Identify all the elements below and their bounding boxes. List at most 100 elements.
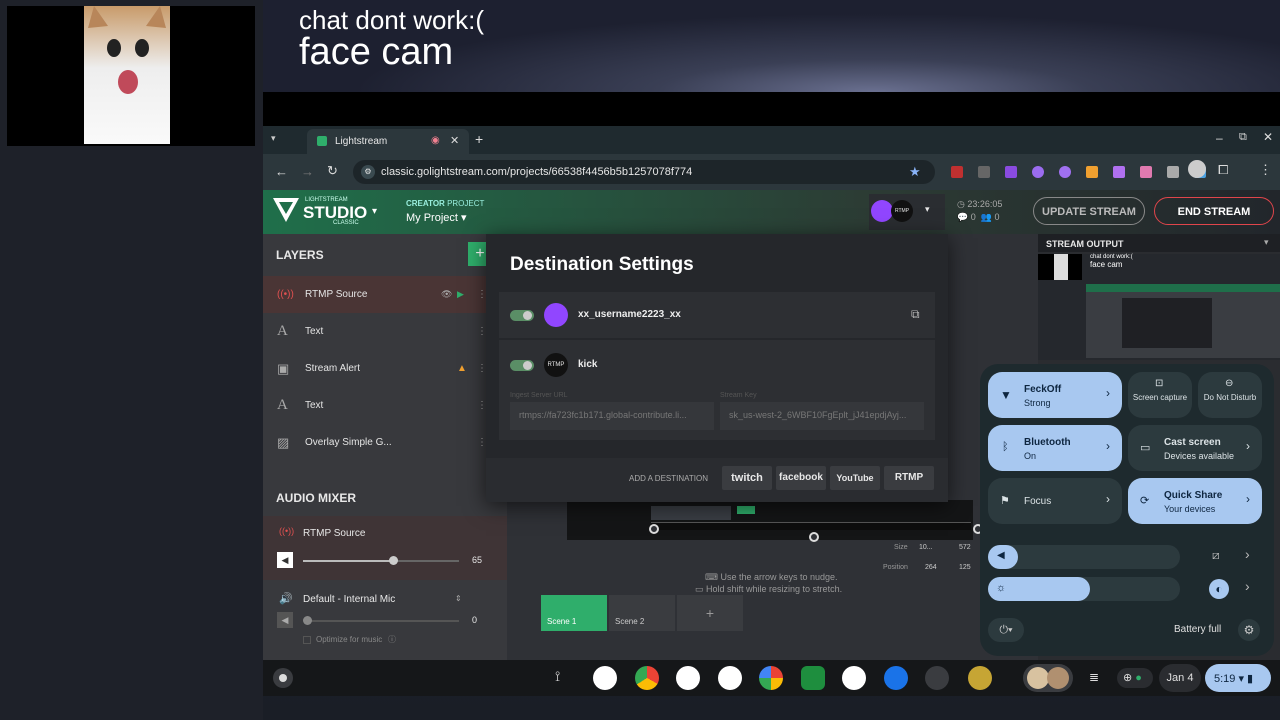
mute-button[interactable]: ◀ (277, 612, 293, 628)
layer-item[interactable]: ▣ Stream Alert ▲ ⋮ (263, 350, 495, 387)
twitch-layer-icon: ▣ (277, 361, 290, 376)
wifi-tile[interactable]: ▼ FeckOff Strong › (988, 372, 1122, 418)
play-icon[interactable]: ▶ (457, 276, 464, 313)
game-app-icon[interactable] (968, 666, 992, 690)
position-y[interactable]: 125 (959, 564, 971, 571)
gmail-icon[interactable] (676, 666, 700, 690)
add-twitch-button[interactable]: twitch (722, 466, 772, 490)
toggle-switch[interactable] (510, 360, 534, 371)
info-icon[interactable]: ⓘ (388, 634, 396, 645)
messages-icon[interactable] (884, 666, 908, 690)
new-tab-icon[interactable]: + (475, 131, 483, 147)
brightness-slider[interactable]: ☼ (988, 577, 1180, 601)
resize-handle[interactable] (809, 532, 819, 542)
visibility-icon[interactable]: 👁 (441, 276, 452, 313)
layer-item[interactable]: A Text ⋮ (263, 313, 495, 350)
dnd-tile[interactable]: ⊖ Do Not Disturb (1198, 372, 1262, 418)
bookmark-star-icon[interactable]: ★ (909, 164, 921, 180)
stream-key-field[interactable]: sk_us-west-2_6WBF10FgEplt_jJ41epdjAyj... (720, 402, 924, 430)
volume-slider[interactable] (303, 616, 459, 625)
layer-item[interactable]: ▨ Overlay Simple G... ⋮ (263, 424, 495, 461)
volume-slider[interactable] (303, 556, 459, 565)
volume-slider[interactable]: ◀ (988, 545, 1180, 569)
bluetooth-tile[interactable]: ᛒ Bluetooth On › (988, 425, 1122, 471)
text-layer-icon: A (277, 397, 288, 413)
tab-lightstream[interactable]: Lightstream ◉ ✕ (307, 129, 469, 154)
minimize-icon[interactable]: – (1216, 131, 1223, 145)
external-link-icon[interactable]: ⧉ (911, 307, 920, 322)
preview-window (651, 506, 731, 520)
add-facebook-button[interactable]: facebook (776, 466, 826, 490)
scene-tab-2[interactable]: Scene 2 (609, 595, 675, 631)
ai-app-icon[interactable] (593, 666, 617, 690)
tote-status-pill[interactable]: ⊕ ● (1117, 668, 1153, 688)
play-store-icon[interactable] (718, 666, 742, 690)
settings-gear-icon[interactable]: ⚙ (1238, 619, 1260, 641)
update-stream-button[interactable]: UPDATE STREAM (1033, 197, 1145, 225)
end-stream-button[interactable]: END STREAM (1154, 197, 1274, 225)
window-close-icon[interactable]: ✕ (1263, 130, 1273, 144)
scene-tab-1[interactable]: Scene 1 (541, 595, 607, 631)
date-pill[interactable]: Jan 4 (1159, 664, 1201, 692)
tab-close-icon[interactable]: ✕ (450, 134, 459, 147)
holding-space-thumbnails[interactable] (1023, 664, 1073, 692)
optimize-checkbox[interactable] (303, 636, 311, 644)
photos-icon[interactable] (759, 666, 783, 690)
add-youtube-button[interactable]: YouTube (830, 466, 880, 490)
stream-app-icon[interactable]: ⟟ (555, 668, 560, 685)
chrome-icon[interactable] (635, 666, 659, 690)
back-icon[interactable]: ← (275, 164, 288, 179)
status-area[interactable]: 5:19 ▾ ▮ (1205, 664, 1271, 692)
size-height[interactable]: 572 (959, 544, 971, 551)
thumbnail-image (1027, 667, 1049, 689)
add-rtmp-button[interactable]: RTMP (884, 466, 934, 490)
forward-icon[interactable]: → (301, 164, 314, 179)
power-menu-button[interactable]: ⏻▾ (988, 618, 1024, 642)
launcher-icon[interactable] (273, 668, 293, 688)
pentagon-app-icon[interactable] (925, 666, 949, 690)
toggle-knob (523, 311, 532, 320)
dark-theme-icon[interactable]: ◐ (1209, 579, 1229, 599)
extensions-puzzle-icon[interactable]: ⧠ (1218, 162, 1228, 178)
output-collapse-icon[interactable]: ▾ (1264, 237, 1269, 248)
add-scene-button[interactable]: + (677, 595, 743, 631)
speaker-icon: 🔊 (279, 593, 293, 605)
toggle-switch[interactable] (510, 310, 534, 321)
ingest-url-field[interactable]: rtmps://fa723fc1b171.global-contribute.l… (510, 402, 714, 430)
browser-menu-icon[interactable]: ⋮ (1259, 162, 1272, 178)
layer-item[interactable]: A Text ⋮ (263, 387, 495, 424)
app-header: LIGHTSTREAM STUDIO CLASSIC ▾ CREATOR PRO… (263, 190, 1280, 234)
channel-select-icon[interactable]: ⇕ (455, 594, 462, 603)
chevron-right-icon: › (1106, 439, 1110, 453)
maximize-icon[interactable]: ⧉ (1239, 131, 1247, 144)
tab-search-icon[interactable]: ▾ (271, 133, 287, 147)
volume-thumb[interactable] (389, 556, 398, 565)
output-device-icon[interactable]: ⧄ (1212, 548, 1220, 563)
quick-share-tile[interactable]: ⟳ Quick Share Your devices › (1128, 478, 1262, 524)
chevron-right-icon[interactable]: › (1245, 546, 1250, 562)
sheets-icon[interactable] (801, 666, 825, 690)
focus-label: Focus (1024, 496, 1052, 507)
volume-thumb[interactable] (303, 616, 312, 625)
optimize-label: Optimize for music (316, 635, 383, 644)
profile-avatar[interactable] (1188, 160, 1206, 178)
size-width[interactable]: 10... (919, 544, 933, 551)
screen-capture-tile[interactable]: ⊡ Screen capture (1128, 372, 1192, 418)
resize-handle[interactable] (649, 524, 659, 534)
cast-tile[interactable]: ▭ Cast screen Devices available › (1128, 425, 1262, 471)
layer-item[interactable]: ((•)) RTMP Source 👁 ▶ ⋮ (263, 276, 495, 313)
reload-icon[interactable]: ↻ (327, 163, 338, 179)
chevron-right-icon[interactable]: › (1245, 578, 1250, 594)
logo-dropdown-icon[interactable]: ▾ (372, 206, 377, 217)
url-field[interactable]: ⚙ classic.golightstream.com/projects/665… (353, 160, 935, 184)
maps-icon[interactable] (842, 666, 866, 690)
site-info-icon[interactable]: ⚙ (361, 165, 375, 179)
project-selector[interactable]: My Project ▾ (406, 211, 467, 224)
clipboard-icon[interactable]: ≣ (1089, 670, 1099, 684)
destination-row-twitch: xx_username2223_xx ⧉ (499, 292, 935, 338)
mute-button[interactable]: ◀ (277, 552, 293, 568)
cast-icon: ▭ (1140, 442, 1151, 454)
destinations-button[interactable]: RTMP ▾ (869, 194, 945, 230)
focus-tile[interactable]: ⚑ Focus › (988, 478, 1122, 524)
position-x[interactable]: 264 (925, 564, 937, 571)
